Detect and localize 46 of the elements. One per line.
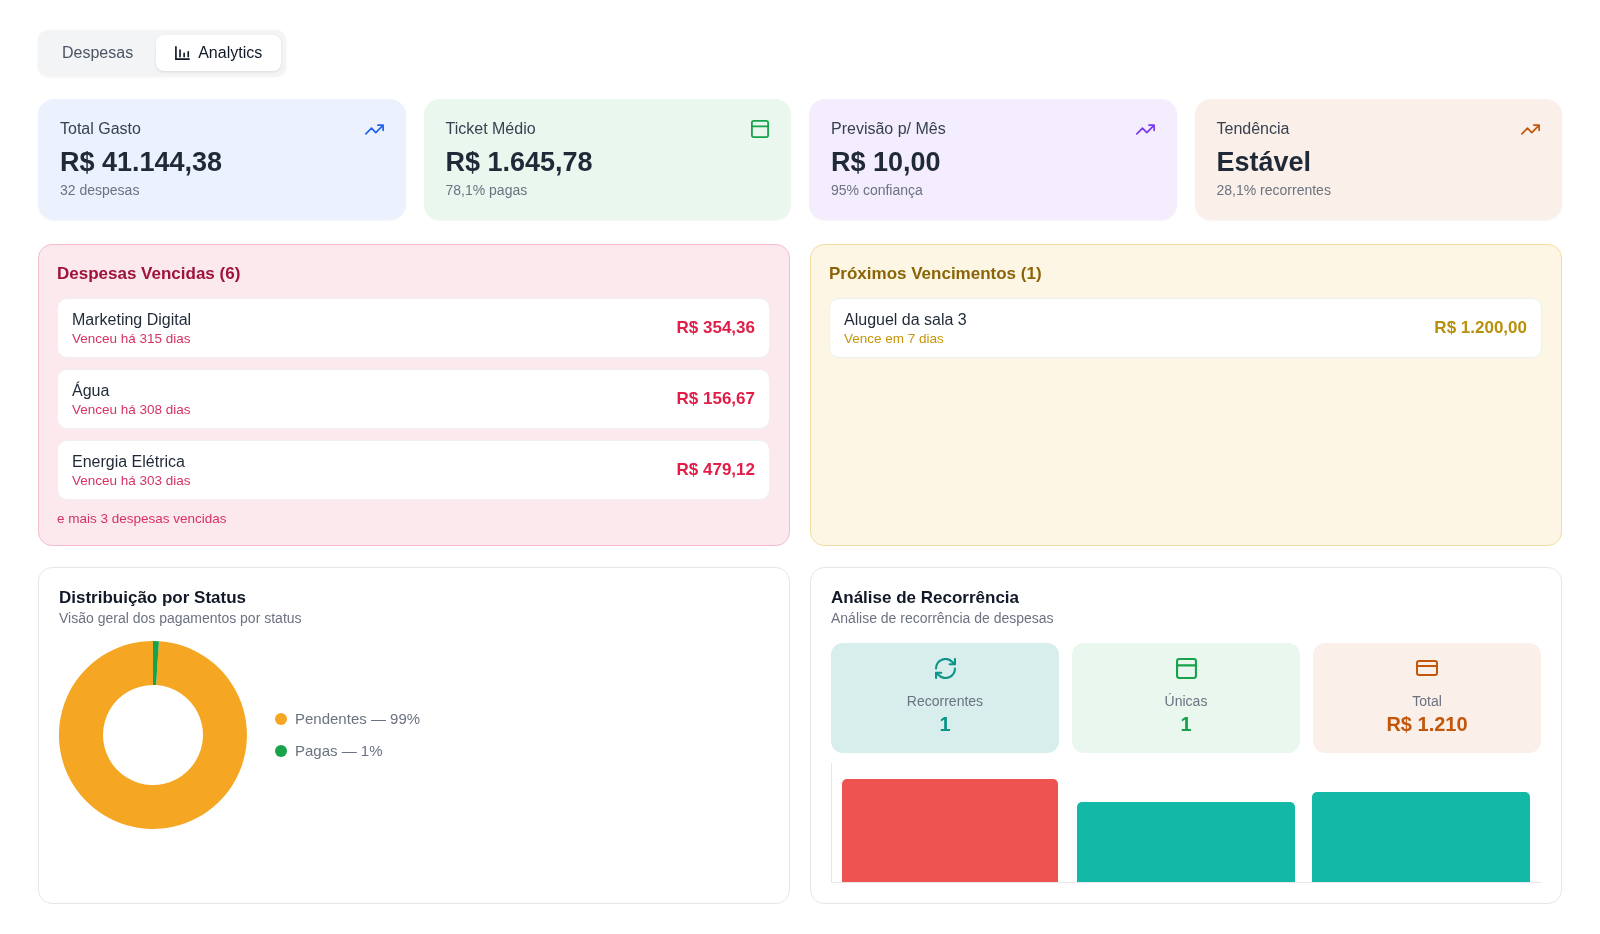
expense-name: Energia Elétrica <box>72 451 186 472</box>
stat-title: Tendência <box>1216 120 1290 138</box>
stat-title: Total Gasto <box>60 120 141 138</box>
metric-value: R$ 1.210 <box>1386 712 1468 736</box>
stat-title: Ticket Médio <box>445 120 536 138</box>
stat-title: Previsão p/ Mês <box>831 120 946 138</box>
card-subtitle: Visão geral dos pagamentos por status <box>59 609 303 627</box>
expense-name: Marketing Digital <box>72 309 192 330</box>
metric-label: Recorrentes <box>906 692 984 710</box>
expense-amount: R$ 354,36 <box>676 318 755 338</box>
stat-value: R$ 10,00 <box>831 146 942 178</box>
expense-name: Água <box>72 380 111 401</box>
expense-item[interactable]: Energia Elétrica Venceu há 303 dias R$ 479,12 <box>57 440 770 500</box>
card-title: Análise de Recorrência <box>831 587 1021 609</box>
due-text: Venceu há 303 dias <box>72 471 191 489</box>
due-text: Venceu há 315 dias <box>72 329 192 347</box>
metric-label: Únicas <box>1164 692 1208 710</box>
card-subtitle: Análise de recorrência de despesas <box>831 609 1055 627</box>
expense-item[interactable]: Água Venceu há 308 dias R$ 156,67 <box>57 369 770 429</box>
metric-label: Total <box>1412 692 1442 710</box>
metric-value: 1 <box>939 712 951 736</box>
expense-name: Aluguel da sala 3 <box>844 309 967 330</box>
bar-chart-icon <box>175 46 191 60</box>
metric-value: 1 <box>1180 712 1192 736</box>
stat-value: R$ 1.645,78 <box>445 146 594 178</box>
more-text: e mais 3 despesas vencidas <box>57 510 228 528</box>
panel-title: Próximos Vencimentos (1) <box>829 263 1043 285</box>
legend-label: Pendentes — 99% <box>295 709 421 729</box>
expense-item[interactable]: Aluguel da sala 3 Vence em 7 dias R$ 1.200,00 <box>829 298 1542 358</box>
stat-note: 78,1% pagas <box>445 181 529 199</box>
expense-amount: R$ 156,67 <box>676 389 755 409</box>
due-text: Vence em 7 dias <box>844 329 945 347</box>
panel-title: Despesas Vencidas (6) <box>57 263 242 285</box>
expense-amount: R$ 1.200,00 <box>1434 318 1527 338</box>
stat-value: Estável <box>1216 146 1313 178</box>
stat-value: R$ 41.144,38 <box>60 146 224 178</box>
due-text: Venceu há 308 dias <box>72 400 191 418</box>
stat-note: 95% confiança <box>831 181 924 199</box>
expense-amount: R$ 479,12 <box>676 460 755 480</box>
legend-label: Pagas — 1% <box>295 741 383 761</box>
tab[interactable]: Despesas <box>43 35 153 71</box>
stat-note: 28,1% recorrentes <box>1216 181 1332 199</box>
card-title: Distribuição por Status <box>59 587 248 609</box>
expense-item[interactable]: Marketing Digital Venceu há 315 dias R$ 354,36 <box>57 298 770 358</box>
stat-note: 32 despesas <box>60 181 141 199</box>
tab[interactable]: Analytics <box>156 35 282 71</box>
